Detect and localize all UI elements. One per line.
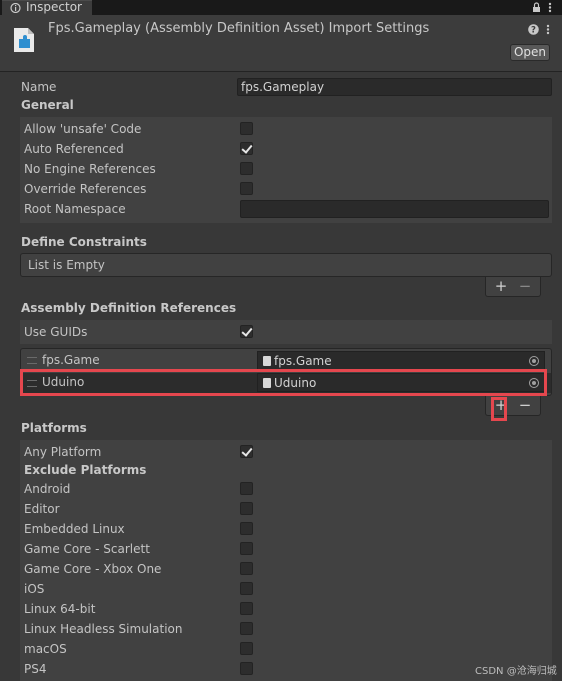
define-constraints-remove-button[interactable]: − xyxy=(516,279,534,294)
info-icon xyxy=(10,3,21,13)
svg-text:?: ? xyxy=(531,26,536,35)
any-platform-checkbox[interactable] xyxy=(240,445,253,458)
platform-checkbox-ps4[interactable] xyxy=(240,662,253,675)
highlight-box xyxy=(491,397,507,421)
root-namespace-field[interactable] xyxy=(240,200,549,218)
menu-dots-icon[interactable] xyxy=(548,2,552,13)
platform-checkbox-game-core-scarlett[interactable] xyxy=(240,542,253,555)
override-references-label: Override References xyxy=(24,182,147,196)
platform-checkbox-linux-headless[interactable] xyxy=(240,622,253,635)
file-icon xyxy=(263,356,271,366)
platform-checkbox-macos[interactable] xyxy=(240,642,253,655)
open-button[interactable]: Open xyxy=(510,44,550,61)
platform-checkbox-ios[interactable] xyxy=(240,582,253,595)
platform-label-editor: Editor xyxy=(24,502,60,516)
define-constraints-heading: Define Constraints xyxy=(21,235,147,249)
platform-label-game-core-xbox-one: Game Core - Xbox One xyxy=(24,562,162,576)
define-constraints-list: List is Empty xyxy=(20,253,552,277)
header-menu-icon[interactable] xyxy=(546,24,550,35)
reference-object-field[interactable]: fps.Game xyxy=(257,351,545,370)
assembly-references-remove-button[interactable]: − xyxy=(516,398,534,413)
assembly-definition-icon xyxy=(14,28,34,52)
platform-checkbox-game-core-xbox-one[interactable] xyxy=(240,562,253,575)
any-platform-label: Any Platform xyxy=(24,445,102,459)
define-constraints-add-button[interactable]: + xyxy=(492,279,510,294)
no-engine-references-label: No Engine References xyxy=(24,162,156,176)
auto-referenced-checkbox[interactable] xyxy=(240,142,253,155)
lock-icon[interactable] xyxy=(532,2,541,13)
platform-label-ios: iOS xyxy=(24,582,45,596)
exclude-platforms-heading: Exclude Platforms xyxy=(24,463,147,477)
define-constraints-buttons: + − xyxy=(485,277,541,297)
highlight-box xyxy=(20,369,547,396)
platform-label-game-core-scarlett: Game Core - Scarlett xyxy=(24,542,150,556)
allow-unsafe-checkbox[interactable] xyxy=(240,122,253,135)
list-empty-text: List is Empty xyxy=(28,258,105,272)
platform-label-macos: macOS xyxy=(24,642,67,656)
assembly-references-heading: Assembly Definition References xyxy=(21,301,237,315)
override-references-checkbox[interactable] xyxy=(240,182,253,195)
platform-checkbox-editor[interactable] xyxy=(240,502,253,515)
no-engine-references-checkbox[interactable] xyxy=(240,162,253,175)
use-guids-row xyxy=(20,320,552,344)
platform-label-android: Android xyxy=(24,482,71,496)
name-field[interactable]: fps.Gameplay xyxy=(237,78,552,96)
tab-inspector[interactable]: Inspector xyxy=(2,0,92,15)
root-namespace-label: Root Namespace xyxy=(24,202,126,216)
use-guids-label: Use GUIDs xyxy=(24,325,88,339)
platform-label-ps4: PS4 xyxy=(24,662,47,676)
object-picker-icon[interactable] xyxy=(529,356,539,366)
use-guids-checkbox[interactable] xyxy=(240,325,253,338)
platforms-heading: Platforms xyxy=(21,421,87,435)
reference-object-value: fps.Game xyxy=(274,354,332,368)
watermark: CSDN @沧海归城 xyxy=(475,666,557,677)
inspector-header: Fps.Gameplay (Assembly Definition Asset)… xyxy=(0,15,562,72)
reference-item-label: fps.Game xyxy=(42,353,100,367)
help-icon[interactable]: ? xyxy=(528,24,539,35)
allow-unsafe-label: Allow 'unsafe' Code xyxy=(24,122,142,136)
header-title: Fps.Gameplay (Assembly Definition Asset)… xyxy=(48,21,430,36)
drag-handle-icon[interactable] xyxy=(27,357,37,364)
platform-label-linux-headless: Linux Headless Simulation xyxy=(24,622,183,636)
platform-checkbox-linux-64-bit[interactable] xyxy=(240,602,253,615)
name-field-value: fps.Gameplay xyxy=(241,80,325,94)
name-label: Name xyxy=(21,80,57,94)
platform-checkbox-embedded-linux[interactable] xyxy=(240,522,253,535)
general-heading: General xyxy=(21,98,74,112)
auto-referenced-label: Auto Referenced xyxy=(24,142,124,156)
tab-label: Inspector xyxy=(26,0,82,14)
platform-label-linux-64-bit: Linux 64-bit xyxy=(24,602,96,616)
platform-checkbox-android[interactable] xyxy=(240,482,253,495)
platform-label-embedded-linux: Embedded Linux xyxy=(24,522,125,536)
